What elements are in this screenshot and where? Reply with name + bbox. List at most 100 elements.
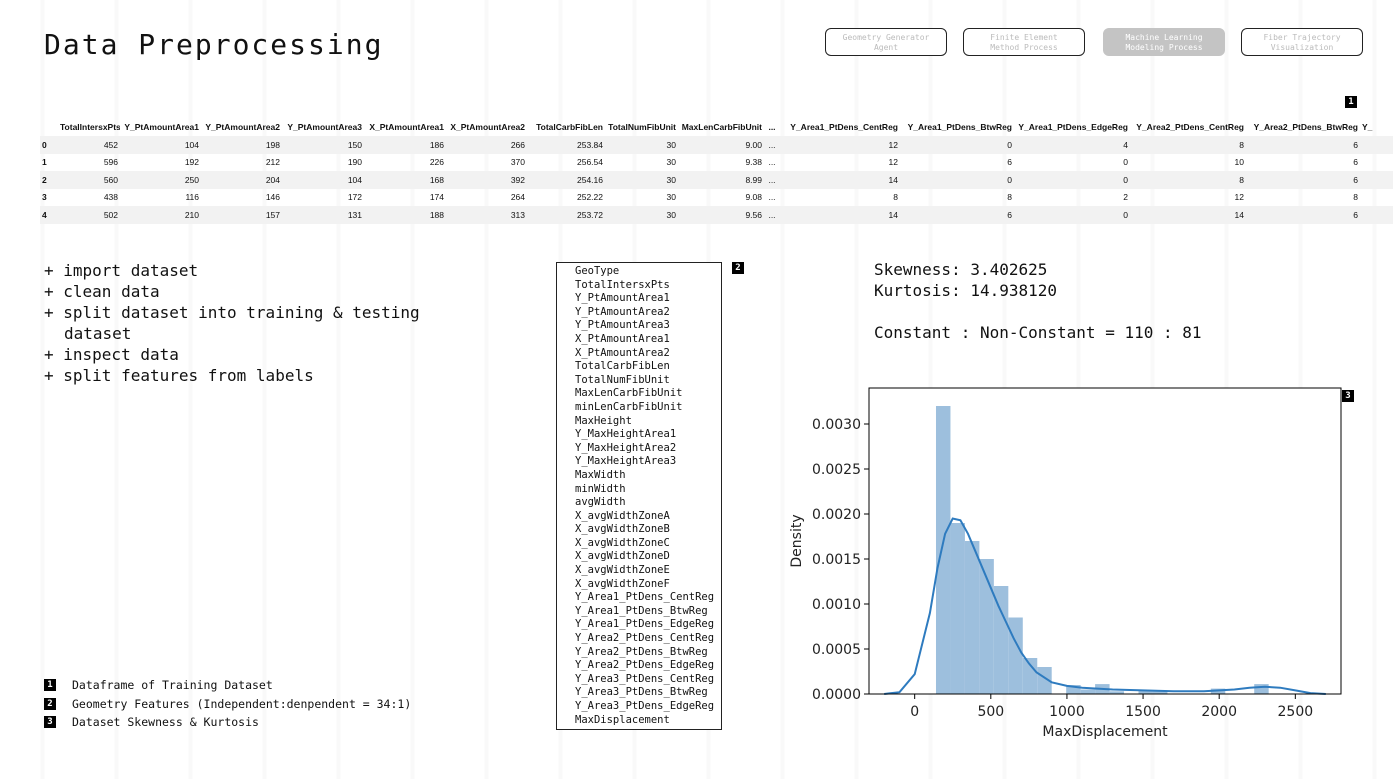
histogram-bar xyxy=(964,541,980,694)
column-header: X_PtAmountArea2 xyxy=(450,122,525,132)
table-cell: 3 xyxy=(42,192,47,203)
table-row: 0 452 104 198 150 186 266 253.84 30 9.00... 12 0 4 8 6 xyxy=(40,136,1393,154)
legend-text: Dataframe of Training Dataset xyxy=(72,678,273,693)
table-cell: ... xyxy=(768,157,776,168)
feature-item: avgWidth xyxy=(575,496,626,509)
table-cell: 2 xyxy=(42,174,47,185)
column-header: Y_PtAmountArea2 xyxy=(205,122,280,132)
feature-item: Y_Area3_PtDens_CentReg xyxy=(575,672,715,685)
nav-finite-element-button[interactable]: Finite Element Method Process xyxy=(963,28,1085,56)
column-header xyxy=(40,118,58,136)
table-cell: 8 xyxy=(1353,192,1358,203)
column-header: TotalIntersxPts xyxy=(60,122,120,132)
table-cell: 392 xyxy=(510,174,525,185)
table-cell: 254.16 xyxy=(577,174,603,185)
feature-item: MaxWidth xyxy=(575,468,626,481)
legend-item: 3 Dataset Skewness & Kurtosis xyxy=(44,713,411,732)
feature-item: MaxLenCarbFibUnit xyxy=(575,387,683,400)
maxdisplacement-distribution-chart: 0.0000 0.0005 0.0010 0.0015 0.0020 0.0025 0.00… xyxy=(789,387,1342,740)
table-row: 3 438 116 146 172 174 264 252.22 30 9.08... 8 8 2 12 8 xyxy=(40,189,1393,207)
table-cell: ... xyxy=(768,192,776,203)
table-cell: 1 xyxy=(42,157,47,168)
table-cell: 502 xyxy=(103,209,118,220)
skewness-text: Skewness: 3.402625 xyxy=(874,260,1048,279)
table-cell xyxy=(1360,206,1393,224)
table-cell: 226 xyxy=(429,157,444,168)
table-cell: 6 xyxy=(1353,139,1358,150)
legend-marker: 3 xyxy=(44,716,56,729)
table-cell: 9.00 xyxy=(745,139,762,150)
table-cell: 596 xyxy=(103,157,118,168)
feature-item: Y_Area1_PtDens_CentReg xyxy=(575,591,715,604)
table-cell: 146 xyxy=(265,192,280,203)
table-cell: 30 xyxy=(666,209,676,220)
nav-geometry-generator-button[interactable]: Geometry Generator Agent xyxy=(825,28,947,56)
table-row: 1 596 192 212 190 226 370 256.54 30 9.38... 12 6 0 10… xyxy=(40,154,1393,172)
table-cell: 14 xyxy=(1234,209,1244,220)
table-cell: 9.56 xyxy=(745,209,762,220)
histogram-bar xyxy=(1254,684,1269,694)
table-cell: 6 xyxy=(1007,157,1012,168)
table-cell: ... xyxy=(768,209,776,220)
x-tick-label: 1500 xyxy=(1125,704,1161,720)
table-cell: 8.99 xyxy=(745,174,762,185)
feature-item: TotalNumFibUnit xyxy=(575,373,670,386)
legend-item: 2 Geometry Features (Independent:denpend… xyxy=(44,695,411,714)
table-cell: 6 xyxy=(1353,174,1358,185)
table-cell: 172 xyxy=(347,192,362,203)
nav-fiber-trajectory-button[interactable]: Fiber Trajectory Visualization xyxy=(1241,28,1363,56)
feature-item: Y_PtAmountArea3 xyxy=(575,319,670,332)
marker-1: 1 xyxy=(1345,96,1357,108)
feature-item: Y_MaxHeightArea2 xyxy=(575,441,677,454)
histogram-bar xyxy=(950,523,965,694)
feature-item: Y_Area2_PtDens_BtwReg xyxy=(575,645,708,658)
table-cell: 253.72 xyxy=(577,209,603,220)
feature-item: X_avgWidthZoneC xyxy=(575,536,670,549)
column-header: ... xyxy=(768,122,776,132)
table-cell: 9.38 xyxy=(745,157,762,168)
table-cell: 12 xyxy=(888,157,898,168)
table-cell: 266 xyxy=(510,139,525,150)
table-cell: 6 xyxy=(1353,209,1358,220)
table-cell: 313 xyxy=(510,209,525,220)
nav-machine-learning-button[interactable]: Machine Learning Modeling Process xyxy=(1103,28,1225,56)
step-item: + clean data xyxy=(44,282,160,301)
table-cell: 168 xyxy=(429,174,444,185)
legend-marker: 2 xyxy=(44,697,56,710)
step-item: + inspect data xyxy=(44,345,179,364)
table-cell: 210 xyxy=(184,209,199,220)
table-cell: 264 xyxy=(510,192,525,203)
figure-legend: 1 Dataframe of Training Dataset 2 Geomet… xyxy=(44,676,411,732)
table-cell: 252.22 xyxy=(577,192,603,203)
geometry-features-list: GeoType TotalIntersxPts Y_PtAmountArea1 Y_P… xyxy=(556,262,722,730)
table-cell: 253.84 xyxy=(577,139,603,150)
feature-item: X_avgWidthZoneA xyxy=(575,509,670,522)
table-cell: 14 xyxy=(888,209,898,220)
preprocessing-steps-list: + import dataset + clean data + split da… xyxy=(44,260,484,386)
kurtosis-text: Kurtosis: 14.938120 xyxy=(874,281,1058,300)
table-cell: 186 xyxy=(429,139,444,150)
column-header: X_PtAmountArea1 xyxy=(369,122,444,132)
table-cell: 30 xyxy=(666,192,676,203)
feature-item: Y_PtAmountArea1 xyxy=(575,292,670,305)
y-tick-label: 0.0030 xyxy=(812,417,861,433)
table-cell: 12 xyxy=(1234,192,1244,203)
table-row: 2 560 250 204 104 168 392 254.16 30 8.99... 14 0 0 8 6 xyxy=(40,171,1393,189)
column-header: Y_ xyxy=(1362,122,1373,132)
table-cell: 30 xyxy=(666,174,676,185)
feature-item: Y_Area2_PtDens_CentReg xyxy=(575,632,715,645)
table-cell: ... xyxy=(768,139,776,150)
legend-text: Dataset Skewness & Kurtosis xyxy=(72,715,259,730)
y-tick-label: 0.0020 xyxy=(812,507,861,523)
table-cell: 212 xyxy=(265,157,280,168)
table-cell: 6 xyxy=(1353,157,1358,168)
table-cell xyxy=(1360,136,1393,154)
table-cell: 0 xyxy=(42,139,47,150)
column-header: Y_PtAmountArea3 xyxy=(287,122,362,132)
y-axis-label: Density xyxy=(789,514,805,567)
table-cell: 560 xyxy=(103,174,118,185)
table-cell: 250 xyxy=(184,174,199,185)
feature-item: X_avgWidthZoneF xyxy=(575,577,670,590)
x-tick-label: 2000 xyxy=(1201,704,1237,720)
y-tick-label: 0.0025 xyxy=(812,462,861,478)
